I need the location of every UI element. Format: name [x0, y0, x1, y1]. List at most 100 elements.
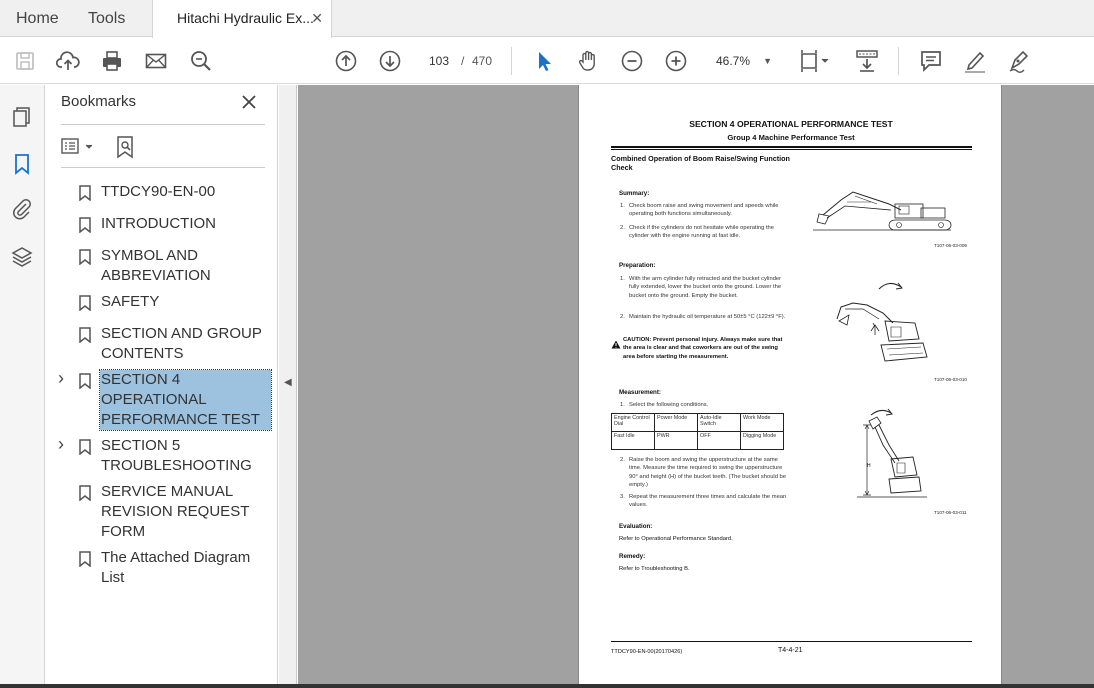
- attachment-icon[interactable]: [10, 197, 34, 221]
- preparation-item-2: Maintain the hydraulic oil temperature a…: [629, 314, 786, 320]
- list-number: 3.: [620, 494, 625, 500]
- sign-pen-icon[interactable]: [1006, 48, 1032, 74]
- tab-document[interactable]: Hitachi Hydraulic Ex... ✕: [152, 0, 332, 38]
- hand-tool-icon[interactable]: [575, 48, 601, 74]
- table-header-row: Engine Control Dial Power Mode Auto-Idle…: [611, 413, 784, 432]
- excavator-perspective-figure: [835, 279, 931, 365]
- document-viewport[interactable]: SECTION 4 OPERATIONAL PERFORMANCE TEST G…: [298, 85, 1094, 688]
- tab-home[interactable]: Home: [16, 0, 59, 37]
- comment-icon[interactable]: [918, 48, 944, 74]
- highlight-pen-icon[interactable]: [962, 48, 988, 74]
- mail-icon[interactable]: [143, 48, 169, 74]
- remedy-heading: Remedy:: [619, 553, 646, 560]
- layers-icon[interactable]: [10, 245, 34, 269]
- measurement-heading: Measurement:: [619, 389, 661, 396]
- bookmark-label: SECTION 5 TROUBLESHOOTING: [101, 437, 252, 474]
- list-number: 1.: [620, 402, 625, 408]
- summary-heading: Summary:: [619, 190, 650, 197]
- pdf-page: SECTION 4 OPERATIONAL PERFORMANCE TEST G…: [578, 85, 1002, 685]
- bookmark-item[interactable]: › SECTION 5 TROUBLESHOOTING: [45, 434, 278, 476]
- bookmark-label: SECTION AND GROUP CONTENTS: [101, 325, 262, 362]
- footer-rule: [611, 641, 972, 642]
- divider: [61, 167, 265, 168]
- bookmark-icon: [78, 485, 92, 502]
- bookmark-icon: [78, 217, 92, 234]
- table-cell: Digging Mode: [740, 431, 784, 450]
- window-bottom-edge: [0, 684, 1094, 688]
- bookmark-item[interactable]: TTDCY90-EN-00: [45, 182, 278, 202]
- page-fit-icon[interactable]: [798, 48, 834, 74]
- scroll-mode-icon[interactable]: [854, 48, 880, 74]
- search-zoom-icon[interactable]: [188, 48, 214, 74]
- tab-bar: Home Tools Hitachi Hydraulic Ex... ✕: [0, 0, 1094, 38]
- summary-item-2: Check if the cylinders do not hesitate w…: [629, 225, 775, 240]
- measurement-item-3: Repeat the measurement three times and c…: [629, 494, 787, 509]
- list-number: 1.: [620, 203, 625, 209]
- footer-page-code: T4-4-21: [778, 647, 803, 654]
- bookmark-item[interactable]: SYMBOL AND ABBREVIATION: [45, 246, 278, 286]
- next-page-icon[interactable]: [377, 48, 403, 74]
- bookmark-label: INTRODUCTION: [101, 215, 216, 232]
- height-dimension-label: H: [867, 463, 871, 469]
- bookmark-item[interactable]: SERVICE MANUAL REVISION REQUEST FORM: [45, 482, 278, 542]
- bookmark-item[interactable]: › SECTION 4 OPERATIONAL PERFORMANCE TEST: [45, 368, 278, 431]
- collapse-panel-icon[interactable]: ◀: [284, 377, 292, 388]
- evaluation-heading: Evaluation:: [619, 523, 653, 530]
- page-rule: [611, 149, 972, 150]
- bookmark-label: SYMBOL AND ABBREVIATION: [101, 247, 211, 284]
- list-number: 2.: [620, 314, 625, 320]
- chevron-right-icon[interactable]: ›: [58, 434, 64, 455]
- bookmark-icon: [78, 327, 92, 344]
- chevron-right-icon[interactable]: ›: [58, 368, 64, 389]
- table-header-cell: Engine Control Dial: [611, 413, 655, 432]
- tab-tools[interactable]: Tools: [88, 0, 125, 37]
- bookmark-icon: [78, 249, 92, 266]
- select-cursor-icon[interactable]: [531, 48, 557, 74]
- bookmark-item[interactable]: The Attached Diagram List: [45, 548, 278, 588]
- excavator-side-view-figure: [811, 182, 961, 232]
- figure-code-3: T107-06-03-011: [934, 510, 967, 515]
- bookmarks-panel-title: Bookmarks: [61, 93, 137, 110]
- close-tab-icon[interactable]: ✕: [311, 0, 323, 37]
- cloud-upload-icon[interactable]: [55, 48, 81, 74]
- bookmark-item[interactable]: INTRODUCTION: [45, 214, 278, 234]
- list-number: 2.: [620, 225, 625, 231]
- zoom-out-icon[interactable]: [619, 48, 645, 74]
- measurement-item-1: Select the following conditions.: [629, 402, 709, 408]
- toolbar-divider: [898, 47, 899, 75]
- add-bookmark-icon[interactable]: [113, 135, 137, 159]
- bookmark-icon: [78, 551, 92, 568]
- zoom-in-icon[interactable]: [663, 48, 689, 74]
- bookmark-icon: [78, 439, 92, 456]
- footer-document-code: TTDCY90-EN-00(20170426): [611, 649, 683, 655]
- page-number-input[interactable]: 103: [421, 48, 457, 74]
- zoom-level-dropdown[interactable]: 46.7% ▼: [706, 48, 776, 74]
- excavator-front-view-figure: [857, 405, 931, 501]
- close-icon[interactable]: [241, 94, 257, 110]
- table-row: Fast Idle PWR OFF Digging Mode: [611, 431, 784, 450]
- bookmark-item[interactable]: SAFETY: [45, 292, 278, 312]
- tab-document-label: Hitachi Hydraulic Ex...: [177, 10, 314, 26]
- bookmark-options-icon[interactable]: [61, 135, 97, 157]
- list-number: 2.: [620, 457, 625, 463]
- bookmark-panel-icon[interactable]: [10, 152, 34, 176]
- bookmarks-panel: Bookmarks TTDCY90-EN-00 INTRODUCTION SYMBO…: [45, 85, 278, 688]
- previous-page-icon[interactable]: [333, 48, 359, 74]
- toolbar-divider: [511, 47, 512, 75]
- figure-code-1: T107-06-03-009: [934, 243, 967, 248]
- bookmark-label: SECTION 4 OPERATIONAL PERFORMANCE TEST: [99, 369, 272, 431]
- save-icon[interactable]: [12, 48, 38, 74]
- bookmark-item[interactable]: SECTION AND GROUP CONTENTS: [45, 324, 278, 364]
- panel-splitter[interactable]: ◀: [279, 85, 297, 688]
- bookmark-icon: [78, 185, 92, 202]
- print-icon[interactable]: [99, 48, 125, 74]
- table-cell: PWR: [654, 431, 698, 450]
- page-thumbnails-icon[interactable]: [10, 105, 34, 129]
- bookmark-label: SAFETY: [101, 293, 160, 310]
- bookmark-label: TTDCY90-EN-00: [101, 183, 216, 200]
- divider: [61, 124, 265, 125]
- remedy-text: Refer to Troubleshooting B.: [619, 566, 690, 572]
- evaluation-text: Refer to Operational Performance Standar…: [619, 536, 733, 542]
- caution-text: CAUTION: Prevent personal injury. Always…: [623, 337, 783, 360]
- preparation-heading: Preparation:: [619, 262, 656, 269]
